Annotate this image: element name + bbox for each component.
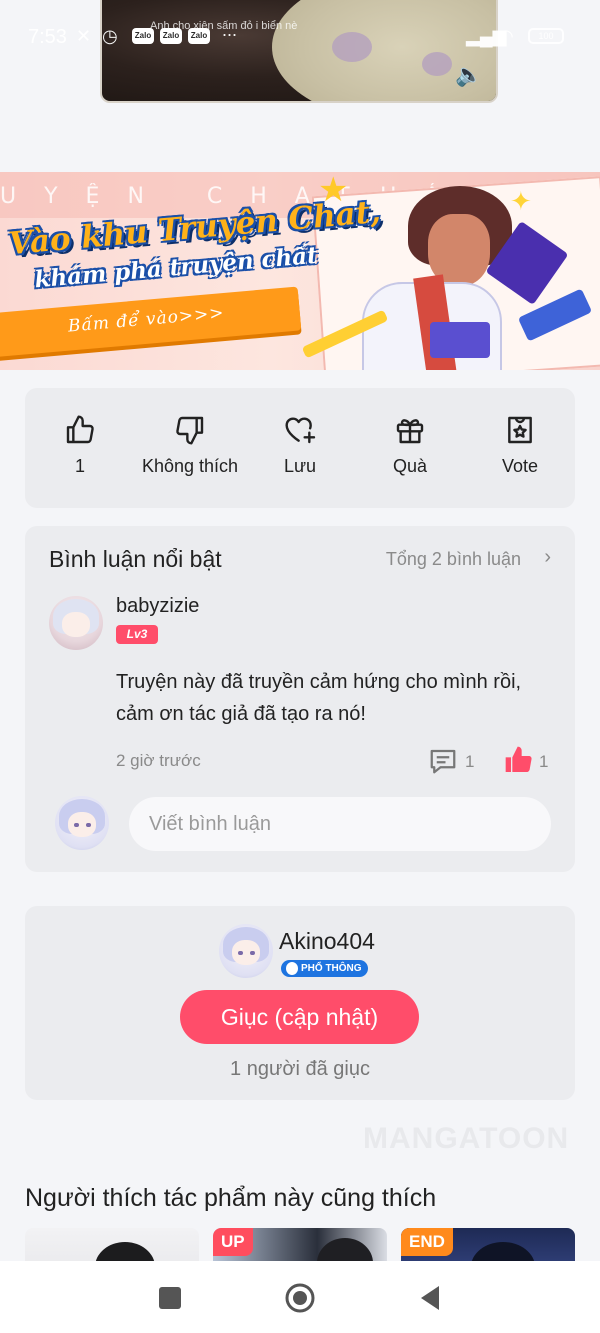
author-name[interactable]: Akino404	[279, 928, 375, 955]
banner-cta[interactable]: Bấm để vào>>>	[0, 286, 302, 358]
level-badge: Lv3	[116, 625, 158, 644]
mute-icon: ✕	[76, 26, 92, 46]
gift-button[interactable]: Quà	[350, 414, 470, 477]
wifi-icon: ◠	[498, 26, 514, 46]
drop-icon	[286, 962, 298, 975]
author-avatar[interactable]	[219, 924, 273, 978]
thumbs-down-icon	[176, 416, 204, 445]
star-icon: ✦	[510, 186, 532, 216]
membership-badge: PHỔ THÔNG	[281, 960, 368, 977]
truyen-chat-banner[interactable]: UYỆN CHAT HÁM PHÁ ★ ✦ Vào khu Truyện Cha…	[0, 172, 600, 370]
membership-badge-label: PHỔ THÔNG	[301, 963, 362, 974]
vote-label: Vote	[501, 456, 539, 476]
comment-like-count: 1	[539, 752, 549, 771]
like-button[interactable]: 1	[20, 414, 140, 477]
avatar-eye	[86, 823, 91, 828]
thumb-up-filled-icon[interactable]	[503, 744, 535, 776]
avatar-eye	[238, 951, 243, 956]
comment-time: 2 giờ trước	[116, 751, 201, 770]
avatar-face	[231, 940, 261, 966]
triangle-back-icon[interactable]	[415, 1283, 445, 1313]
save-label: Lưu	[283, 456, 317, 476]
update-tag: UP	[213, 1228, 253, 1256]
urge-update-button[interactable]: Giục (cập nhật)	[180, 990, 419, 1044]
battery-icon: 100	[528, 28, 564, 44]
chevron-right-icon[interactable]: ›	[544, 546, 551, 569]
comments-total-link[interactable]: Tổng 2 bình luận	[386, 549, 521, 570]
comment-input[interactable]	[129, 797, 551, 851]
notification-preview: Anh cho xiên sấm đỏ i biển nè	[150, 20, 298, 32]
comment-text: Truyện này đã truyền cảm hứng cho mình r…	[116, 671, 522, 725]
dislike-label: Không thích	[141, 456, 239, 476]
avatar[interactable]	[49, 596, 103, 650]
status-time: 7:53	[28, 26, 67, 48]
system-nav-bar	[0, 1261, 600, 1333]
avatar-face	[67, 812, 97, 838]
alarm-icon: ◷	[102, 26, 118, 46]
reactions-card: 1 Không thích Lưu Quà Vote	[25, 388, 575, 508]
volume-icon[interactable]: 🔈	[455, 62, 482, 88]
dislike-button[interactable]: Không thích	[130, 414, 250, 477]
avatar-eye	[250, 951, 255, 956]
gift-label: Quà	[392, 456, 428, 476]
comment-icon[interactable]	[428, 746, 458, 776]
mangatoon-watermark: MANGATOON	[363, 1122, 570, 1155]
square-icon[interactable]	[155, 1283, 185, 1313]
featured-comments-card: Bình luận nổi bật Tổng 2 bình luận › bab…	[25, 526, 575, 872]
thumbs-up-icon	[66, 415, 94, 444]
urge-count: 1 người đã giục	[230, 1058, 370, 1080]
avatar	[55, 796, 109, 850]
heart-plus-icon	[285, 417, 316, 444]
vote-button[interactable]: Vote	[460, 414, 580, 477]
circle-icon[interactable]	[285, 1283, 315, 1313]
avatar-eye	[74, 823, 79, 828]
status-bar: 7:53 ✕ ◷ Zalo Zalo Zalo ... Anh cho xiên…	[0, 18, 600, 87]
recommend-title: Người thích tác phẩm này cũng thích	[25, 1184, 437, 1212]
reply-count: 1	[465, 752, 475, 771]
ticket-star-icon	[508, 416, 532, 444]
illustration-book	[430, 322, 490, 358]
end-tag: END	[401, 1228, 453, 1256]
avatar-face	[61, 612, 91, 638]
like-count: 1	[74, 456, 85, 476]
comment-username[interactable]: babyzizie	[116, 595, 199, 618]
urge-update-card: Akino404 PHỔ THÔNG Giục (cập nhật) 1 ngư…	[25, 906, 575, 1100]
save-button[interactable]: Lưu	[240, 414, 360, 477]
comments-title: Bình luận nổi bật	[49, 546, 222, 572]
gift-icon	[396, 419, 424, 444]
